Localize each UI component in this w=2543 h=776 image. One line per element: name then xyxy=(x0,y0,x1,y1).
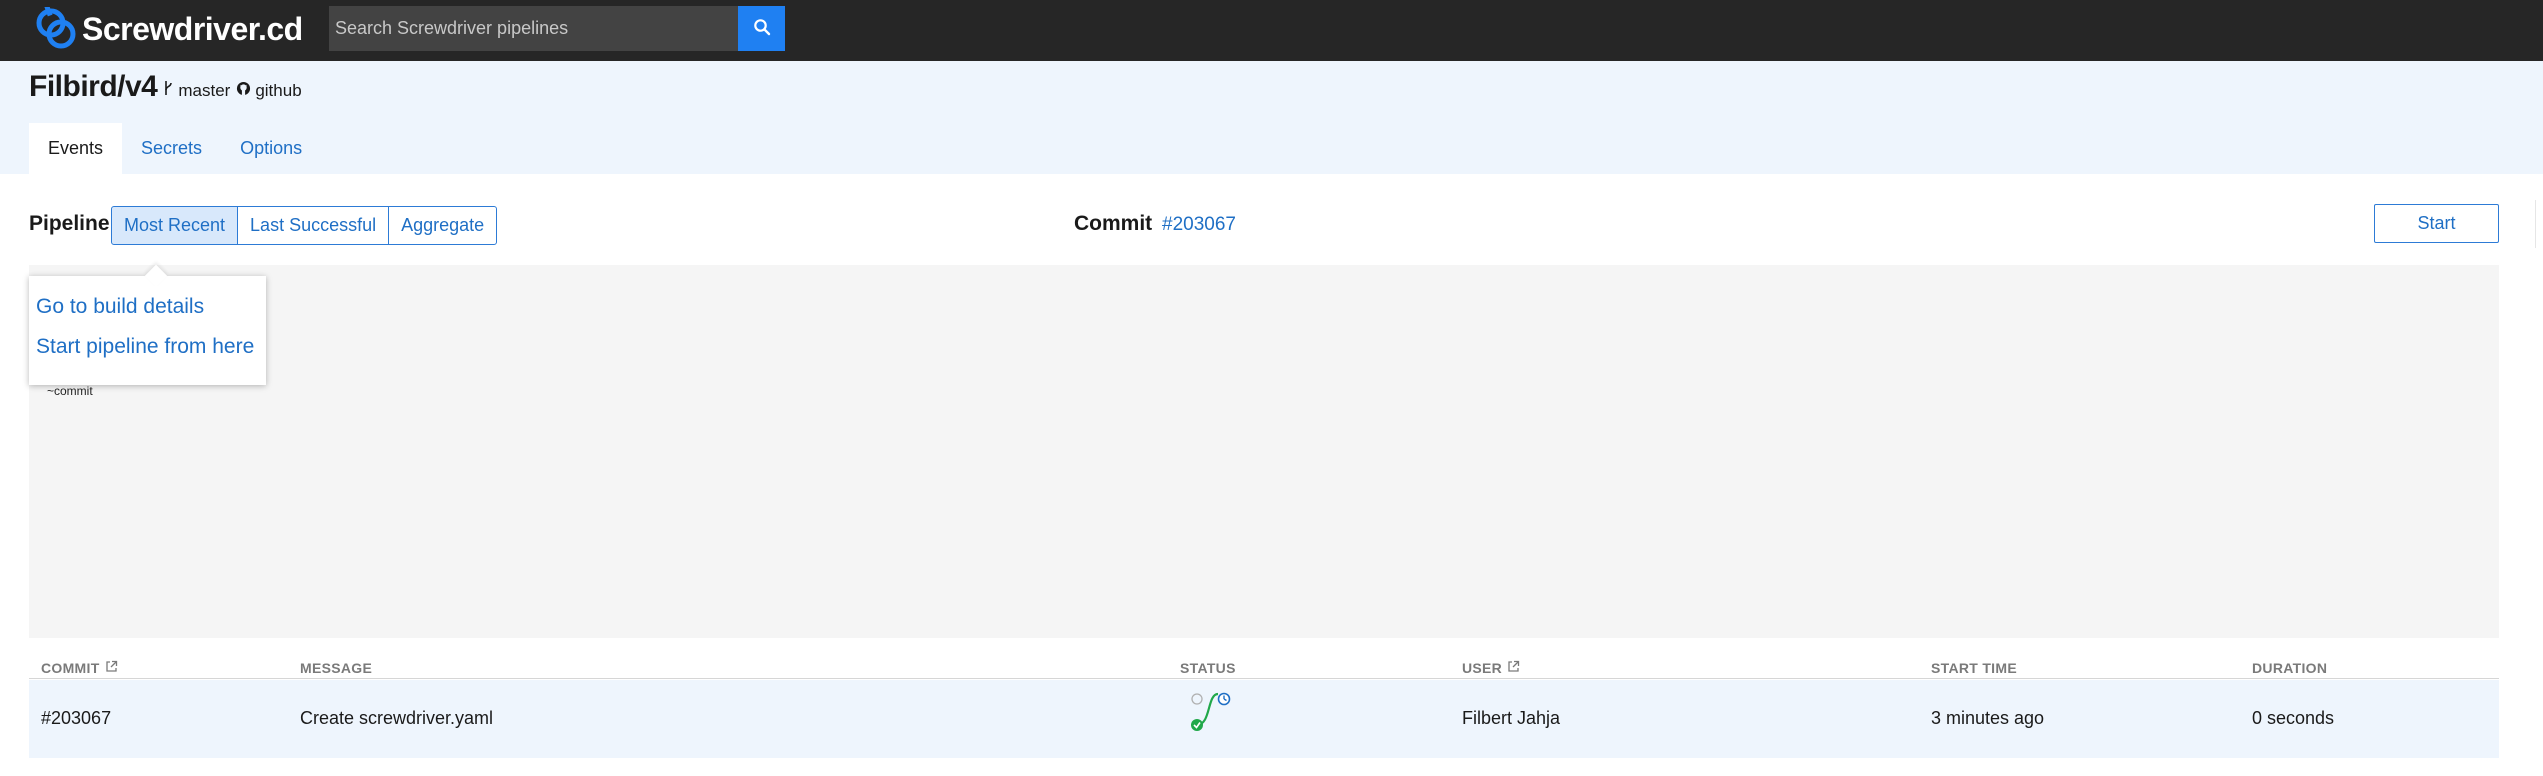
success-icon xyxy=(1191,719,1203,731)
app-name: Screwdriver.cd xyxy=(82,10,303,47)
column-duration: DURATION xyxy=(2252,660,2328,676)
last-successful-button[interactable]: Last Successful xyxy=(237,206,390,245)
top-navbar: Screwdriver.cd xyxy=(0,0,2543,61)
search-icon xyxy=(753,18,771,39)
screwdriver-logo-icon xyxy=(36,5,78,51)
running-icon xyxy=(1217,692,1231,706)
row-start-time: 3 minutes ago xyxy=(1931,708,2045,728)
commit-label: Commit xyxy=(1074,212,1153,235)
start-pipeline-from-here-link[interactable]: Start pipeline from here xyxy=(36,335,254,359)
start-button[interactable]: Start xyxy=(2374,204,2499,243)
row-commit-link[interactable]: #203067 xyxy=(41,708,111,729)
branch-name: master xyxy=(178,80,231,100)
search-input[interactable] xyxy=(329,6,738,51)
pending-icon xyxy=(1191,693,1203,705)
pipeline-view-toggle: Most Recent Last Successful Aggregate xyxy=(111,206,498,245)
node-context-menu: Go to build details Start pipeline from … xyxy=(29,264,266,385)
app-logo[interactable]: Screwdriver.cd xyxy=(36,4,303,54)
scm-info: github xyxy=(236,81,302,101)
row-user-link[interactable]: Filbert Jahja xyxy=(1462,708,1560,729)
branch-icon xyxy=(163,80,173,101)
graph-node-label[interactable]: ~commit xyxy=(47,384,93,398)
aggregate-button[interactable]: Aggregate xyxy=(388,206,498,245)
pipeline-tabs: Events Secrets Options xyxy=(29,123,321,174)
row-message: Create screwdriver.yaml xyxy=(300,708,494,728)
github-icon xyxy=(236,81,251,101)
table-row[interactable]: #203067 Create screwdriver.yaml Filbert … xyxy=(29,680,2499,758)
events-table-header: COMMIT MESSAGE STATUS USER START TIME DU… xyxy=(29,655,2499,679)
divider xyxy=(2535,200,2536,248)
tab-events[interactable]: Events xyxy=(29,123,123,174)
repo-name: Filbird/v4 xyxy=(29,70,158,103)
pipeline-header: Filbird/v4 master github Events Secrets … xyxy=(0,61,2543,174)
external-link-icon xyxy=(105,660,118,676)
repo-line: Filbird/v4 master github xyxy=(29,70,302,104)
column-user: USER xyxy=(1462,660,1520,676)
pipeline-label: Pipeline xyxy=(29,212,110,235)
external-link-icon xyxy=(1507,660,1520,676)
tab-secrets[interactable]: Secrets xyxy=(122,123,221,174)
column-message: MESSAGE xyxy=(300,660,373,676)
column-status: STATUS xyxy=(1180,660,1236,676)
commit-link[interactable]: #203067 xyxy=(1162,214,1236,235)
branch-info: master xyxy=(163,80,230,101)
row-duration: 0 seconds xyxy=(2252,708,2335,728)
scm-name: github xyxy=(255,81,302,100)
mini-workflow-status[interactable] xyxy=(1189,686,1249,736)
go-to-build-details-link[interactable]: Go to build details xyxy=(36,295,204,319)
most-recent-button[interactable]: Most Recent xyxy=(111,206,239,245)
commit-heading: Commit #203067 xyxy=(1074,212,1236,236)
column-commit: COMMIT xyxy=(41,660,118,676)
search-button[interactable] xyxy=(738,6,785,51)
column-start-time: START TIME xyxy=(1931,660,2017,676)
workflow-graph[interactable]: ~commit xyxy=(29,265,2499,638)
tab-options[interactable]: Options xyxy=(221,123,321,174)
